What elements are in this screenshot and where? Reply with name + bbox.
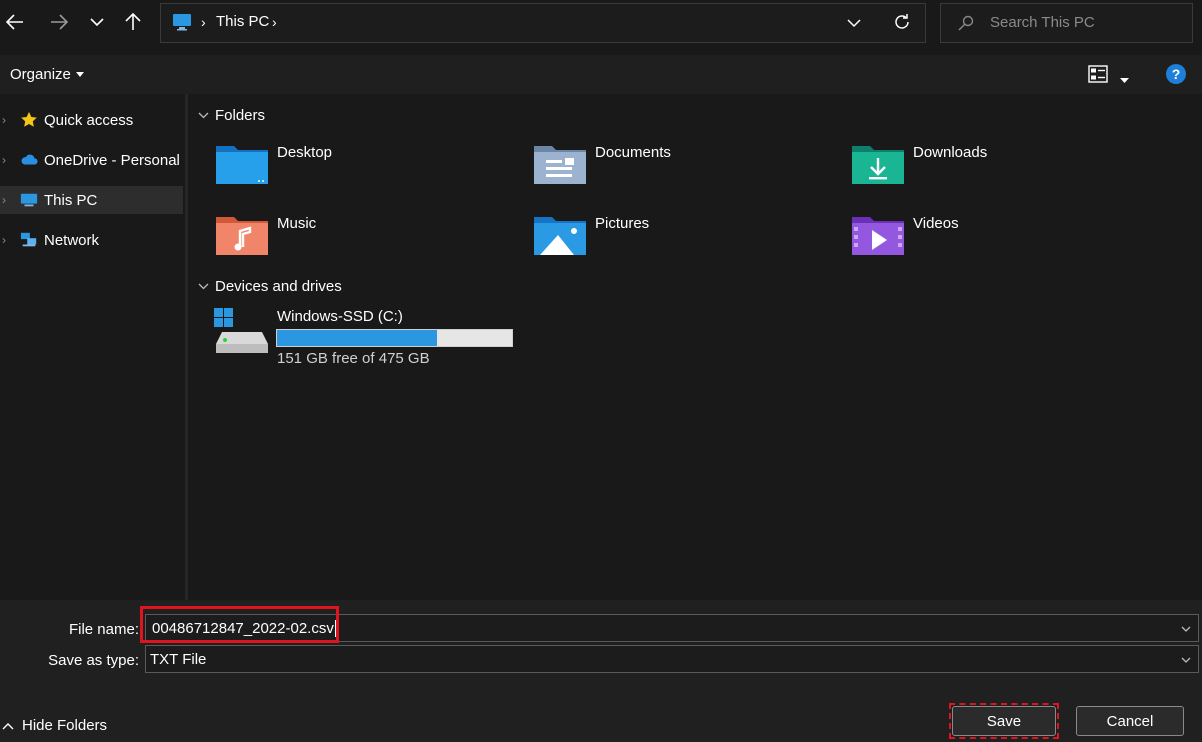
- search-placeholder: Search This PC: [990, 14, 1095, 31]
- chevron-up-icon: [2, 722, 14, 729]
- drive-label: Windows-SSD (C:): [277, 308, 403, 325]
- folder-label: Pictures: [595, 215, 650, 232]
- group-label: Devices and drives: [215, 278, 342, 295]
- search-box[interactable]: Search This PC: [940, 3, 1193, 43]
- sidebar-item-label: This PC: [44, 191, 98, 209]
- chevron-down-icon: [90, 18, 104, 27]
- sidebar-item-network[interactable]: › Network: [0, 226, 183, 254]
- sidebar-item-label: OneDrive - Personal: [44, 151, 180, 169]
- downloads-folder-icon: [852, 146, 904, 184]
- group-label: Folders: [215, 107, 266, 124]
- refresh-button[interactable]: [892, 12, 912, 36]
- forward-button[interactable]: [44, 6, 74, 38]
- folder-label: Documents: [595, 144, 671, 161]
- drive-usage-fill: [277, 330, 438, 346]
- folder-label: Desktop: [277, 144, 333, 161]
- save-button-highlight: [949, 703, 1059, 739]
- devices-group-header[interactable]: Devices and drives: [198, 278, 342, 295]
- arrow-left-icon: [6, 14, 23, 30]
- hide-folders-label: Hide Folders: [22, 717, 108, 734]
- folder-tile-desktop[interactable]: Desktop: [214, 140, 514, 196]
- refresh-icon: [895, 14, 909, 29]
- savetype-select[interactable]: TXT File: [145, 645, 1199, 673]
- chevron-down-icon: [1181, 657, 1191, 663]
- pictures-folder-icon: [534, 217, 586, 255]
- savetype-label: Save as type:: [48, 652, 139, 669]
- organize-label: Organize: [10, 66, 71, 83]
- folder-tile-documents[interactable]: Documents: [532, 140, 832, 196]
- breadcrumb-separator-icon: ›: [201, 14, 206, 30]
- arrow-right-icon: [51, 14, 68, 30]
- caret-down-icon: [1120, 78, 1129, 83]
- chevron-down-icon: [847, 19, 861, 28]
- drive-usage-bar: [276, 329, 513, 347]
- monitor-icon: [20, 193, 38, 207]
- folder-label: Music: [277, 215, 317, 232]
- expand-chevron-icon[interactable]: ›: [2, 153, 10, 167]
- savetype-value: TXT File: [150, 650, 207, 668]
- command-bar: Organize ?: [0, 55, 1202, 94]
- folder-label: Videos: [913, 215, 959, 232]
- cloud-icon: [21, 154, 38, 165]
- breadcrumb-expand-icon[interactable]: ›: [272, 14, 277, 30]
- recent-locations-button[interactable]: [82, 6, 112, 38]
- documents-folder-icon: [534, 146, 586, 184]
- folder-tile-music[interactable]: Music: [214, 211, 514, 267]
- expand-chevron-icon[interactable]: ›: [2, 113, 10, 127]
- organize-button[interactable]: Organize: [10, 66, 84, 83]
- chevron-down-icon[interactable]: [1180, 623, 1192, 635]
- address-bar[interactable]: › This PC ›: [160, 3, 926, 43]
- videos-folder-icon: [852, 217, 904, 255]
- content-area: Folders Desktop Documents Downloads Musi…: [188, 94, 1202, 600]
- navigation-bar: › This PC › Search This PC: [0, 0, 1202, 46]
- help-icon[interactable]: ?: [1166, 64, 1186, 84]
- filename-highlight: [140, 606, 339, 643]
- network-icon: [20, 232, 37, 247]
- view-options-dropdown[interactable]: [1120, 71, 1129, 88]
- music-folder-icon: [216, 217, 268, 255]
- folder-label: Downloads: [913, 144, 988, 161]
- desktop-folder-icon: [216, 146, 268, 184]
- filename-label: File name:: [68, 621, 139, 638]
- expand-chevron-icon[interactable]: ›: [2, 193, 10, 207]
- folders-group-header[interactable]: Folders: [198, 107, 265, 124]
- star-icon: [21, 111, 37, 127]
- sidebar-item-label: Network: [44, 231, 100, 249]
- folder-tile-pictures[interactable]: Pictures: [532, 211, 832, 267]
- back-button[interactable]: [0, 6, 30, 38]
- sidebar-item-quick-access[interactable]: › Quick access: [0, 106, 183, 134]
- hide-folders-toggle[interactable]: Hide Folders: [2, 717, 107, 734]
- cancel-button[interactable]: Cancel: [1076, 706, 1184, 736]
- sidebar-item-this-pc[interactable]: › This PC: [0, 186, 183, 214]
- expand-chevron-icon[interactable]: ›: [2, 233, 10, 247]
- drive-tile-c[interactable]: Windows-SSD (C:) 151 GB free of 475 GB: [214, 306, 514, 367]
- folder-tile-downloads[interactable]: Downloads: [850, 140, 1150, 196]
- address-history-dropdown[interactable]: [847, 15, 861, 32]
- navigation-pane: › Quick access › OneDrive - Personal › T…: [0, 94, 185, 600]
- save-options-pane: File name: 00486712847_2022-02.csv Save …: [0, 600, 1202, 742]
- monitor-icon: [173, 14, 191, 31]
- sidebar-item-onedrive[interactable]: › OneDrive - Personal: [0, 146, 183, 174]
- view-layout-icon: [1088, 65, 1108, 83]
- folder-tile-videos[interactable]: Videos: [850, 211, 1150, 267]
- change-view-button[interactable]: [1088, 65, 1108, 87]
- drive-free-space: 151 GB free of 475 GB: [277, 350, 430, 367]
- up-button[interactable]: [118, 6, 148, 38]
- arrow-up-icon: [125, 13, 141, 30]
- chevron-down-icon: [198, 283, 209, 289]
- caret-down-icon: [75, 71, 84, 77]
- search-icon: [958, 15, 974, 31]
- breadcrumb-this-pc[interactable]: This PC: [216, 13, 269, 30]
- hard-drive-icon: [214, 308, 268, 353]
- sidebar-item-label: Quick access: [44, 111, 134, 129]
- chevron-down-icon: [198, 112, 209, 118]
